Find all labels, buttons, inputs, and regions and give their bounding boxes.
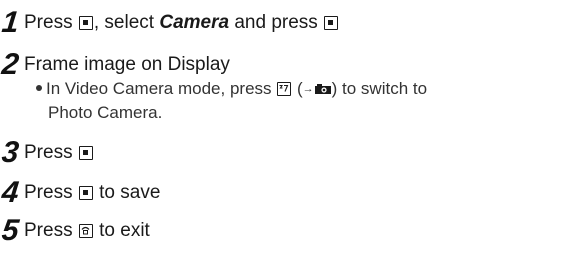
end-key-icon xyxy=(78,224,93,238)
step-number: 1 xyxy=(0,6,21,39)
step-text-part: to save xyxy=(93,182,161,203)
note-text: In Video Camera mode, press xyxy=(46,79,277,98)
note-text: ( xyxy=(292,79,303,98)
step-text-part: , select xyxy=(93,12,160,33)
step-text-part: Press xyxy=(24,182,78,203)
center-key-icon xyxy=(78,186,93,200)
step-text: Press xyxy=(24,142,94,164)
step-number: 2 xyxy=(0,48,21,81)
instruction-steps: 1 Press , select Camera and press 2 Fram… xyxy=(0,0,566,254)
step-text-part: and press xyxy=(229,12,324,33)
step-number: 4 xyxy=(0,176,21,209)
step-number: 5 xyxy=(0,214,21,247)
photo-camera-icon xyxy=(314,79,332,94)
step-text-part: to exit xyxy=(93,220,150,241)
video-photo-toggle-key-icon xyxy=(277,82,292,96)
step-note: In Video Camera mode, press (→ ) to swit… xyxy=(36,78,427,100)
menu-item-name: Camera xyxy=(159,12,230,33)
step-text: Press , select Camera and press xyxy=(24,12,339,34)
arrow-icon: → xyxy=(302,83,314,95)
step-text: Press to exit xyxy=(24,220,150,242)
center-key-icon xyxy=(78,146,93,160)
step-text-part: Press xyxy=(24,12,78,33)
bullet-icon xyxy=(36,85,42,91)
step-text: Press to save xyxy=(24,182,160,204)
center-key-icon xyxy=(324,16,339,30)
step-note-continued: Photo Camera. xyxy=(48,103,163,122)
note-text: ) to switch to xyxy=(331,79,428,98)
step-text-part: Press xyxy=(24,142,78,163)
center-key-icon xyxy=(78,16,93,30)
step-text-part: Press xyxy=(24,220,78,241)
step-text: Frame image on Display xyxy=(24,54,230,75)
step-number: 3 xyxy=(0,136,21,169)
